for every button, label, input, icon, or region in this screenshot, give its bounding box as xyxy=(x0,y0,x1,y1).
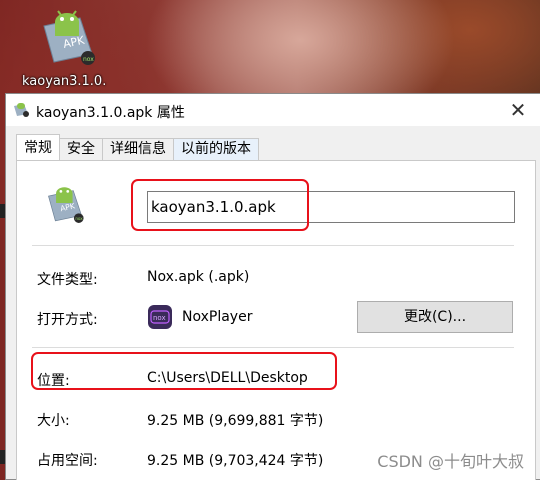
svg-text:nox: nox xyxy=(153,314,166,322)
csdn-watermark: CSDN @十旬叶大叔 xyxy=(377,452,524,471)
svg-text:nox: nox xyxy=(75,216,83,221)
location-highlight xyxy=(31,352,337,390)
dialog-title: kaoyan3.1.0.apk 属性 xyxy=(36,105,185,121)
tab-security[interactable]: 安全 xyxy=(59,138,103,160)
file-type-label: 文件类型: xyxy=(37,272,98,288)
tab-details[interactable]: 详细信息 xyxy=(102,138,174,160)
general-tab-panel: APK nox kaoyan3.1.0.apk 文件类型: Nox.apk (.… xyxy=(16,160,536,480)
open-with-label: 打开方式: xyxy=(37,312,98,328)
size-on-disk-label: 占用空间: xyxy=(37,453,98,469)
tab-general[interactable]: 常规 xyxy=(16,134,60,160)
apk-file-icon: APK nox xyxy=(43,10,95,65)
size-label: 大小: xyxy=(37,413,70,429)
svg-text:nox: nox xyxy=(83,56,94,63)
tab-strip: 常规 安全 详细信息 以前的版本 xyxy=(16,134,259,160)
close-icon[interactable]: ✕ xyxy=(506,98,530,122)
divider xyxy=(32,347,514,348)
open-with-value: NoxPlayer xyxy=(182,309,253,325)
apk-title-icon xyxy=(14,103,29,117)
title-bar[interactable]: kaoyan3.1.0.apk 属性 ✕ xyxy=(6,94,540,126)
apk-file-large-icon: APK nox xyxy=(48,187,84,223)
size-value: 9.25 MB (9,699,881 字节) xyxy=(147,413,324,429)
size-on-disk-value: 9.25 MB (9,703,424 字节) xyxy=(147,453,324,469)
file-name-highlight xyxy=(131,179,309,231)
change-open-with-button[interactable]: 更改(C)... xyxy=(357,301,513,333)
properties-dialog: kaoyan3.1.0.apk 属性 ✕ 常规 安全 详细信息 以前的版本 AP… xyxy=(5,93,540,480)
divider xyxy=(32,245,514,246)
tab-previous-versions[interactable]: 以前的版本 xyxy=(173,138,259,160)
file-type-value: Nox.apk (.apk) xyxy=(147,269,250,285)
noxplayer-app-icon: nox xyxy=(148,305,172,329)
desktop-icon-label: kaoyan3.1.0. xyxy=(22,74,107,89)
